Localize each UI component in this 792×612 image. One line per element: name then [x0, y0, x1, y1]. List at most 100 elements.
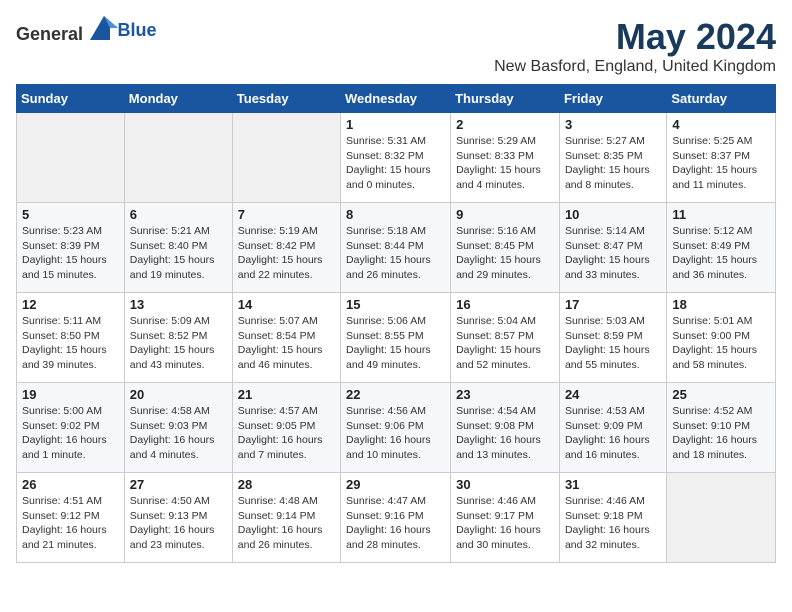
logo: General Blue	[16, 16, 157, 45]
calendar-cell	[124, 113, 232, 203]
weekday-header-monday: Monday	[124, 85, 232, 113]
day-info: Sunrise: 5:09 AMSunset: 8:52 PMDaylight:…	[130, 314, 227, 373]
day-number: 21	[238, 387, 335, 402]
day-info: Sunrise: 5:23 AMSunset: 8:39 PMDaylight:…	[22, 224, 119, 283]
day-info: Sunrise: 5:16 AMSunset: 8:45 PMDaylight:…	[456, 224, 554, 283]
day-number: 1	[346, 117, 445, 132]
day-number: 27	[130, 477, 227, 492]
weekday-header-row: SundayMondayTuesdayWednesdayThursdayFrid…	[17, 85, 776, 113]
calendar-cell: 23 Sunrise: 4:54 AMSunset: 9:08 PMDayligh…	[451, 383, 560, 473]
day-info: Sunrise: 4:56 AMSunset: 9:06 PMDaylight:…	[346, 404, 445, 463]
day-info: Sunrise: 5:27 AMSunset: 8:35 PMDaylight:…	[565, 134, 661, 193]
weekday-header-thursday: Thursday	[451, 85, 560, 113]
calendar-week-row: 12 Sunrise: 5:11 AMSunset: 8:50 PMDayligh…	[17, 293, 776, 383]
day-info: Sunrise: 4:50 AMSunset: 9:13 PMDaylight:…	[130, 494, 227, 553]
calendar-cell: 28Sunrise: 4:48 AMSunset: 9:14 PMDayligh…	[232, 473, 340, 563]
day-number: 6	[130, 207, 227, 222]
calendar-title: May 2024	[494, 16, 776, 58]
day-number: 23	[456, 387, 554, 402]
calendar-week-row: 19 Sunrise: 5:00 AMSunset: 9:02 PMDayligh…	[17, 383, 776, 473]
calendar-cell	[667, 473, 776, 563]
day-info: Sunrise: 5:14 AMSunset: 8:47 PMDaylight:…	[565, 224, 661, 283]
calendar-cell: 4 Sunrise: 5:25 AMSunset: 8:37 PMDaylight…	[667, 113, 776, 203]
logo-text-blue: Blue	[118, 20, 157, 40]
day-number: 13	[130, 297, 227, 312]
calendar-cell	[232, 113, 340, 203]
calendar-cell: 10Sunrise: 5:14 AMSunset: 8:47 PMDayligh…	[559, 203, 666, 293]
calendar-cell: 29Sunrise: 4:47 AMSunset: 9:16 PMDayligh…	[341, 473, 451, 563]
day-number: 25	[672, 387, 770, 402]
day-info: Sunrise: 4:58 AMSunset: 9:03 PMDaylight:…	[130, 404, 227, 463]
weekday-header-saturday: Saturday	[667, 85, 776, 113]
logo-icon	[90, 16, 118, 40]
logo-text-general: General	[16, 24, 83, 44]
calendar-cell: 27 Sunrise: 4:50 AMSunset: 9:13 PMDayligh…	[124, 473, 232, 563]
day-info: Sunrise: 5:11 AMSunset: 8:50 PMDaylight:…	[22, 314, 119, 373]
day-number: 28	[238, 477, 335, 492]
day-number: 14	[238, 297, 335, 312]
day-number: 3	[565, 117, 661, 132]
calendar-cell: 13 Sunrise: 5:09 AMSunset: 8:52 PMDayligh…	[124, 293, 232, 383]
weekday-header-friday: Friday	[559, 85, 666, 113]
day-info: Sunrise: 5:19 AMSunset: 8:42 PMDaylight:…	[238, 224, 335, 283]
day-info: Sunrise: 4:46 AMSunset: 9:17 PMDaylight:…	[456, 494, 554, 553]
calendar-cell: 20Sunrise: 4:58 AMSunset: 9:03 PMDayligh…	[124, 383, 232, 473]
day-number: 31	[565, 477, 661, 492]
calendar-week-row: 5Sunrise: 5:23 AMSunset: 8:39 PMDaylight…	[17, 203, 776, 293]
calendar-cell: 19 Sunrise: 5:00 AMSunset: 9:02 PMDayligh…	[17, 383, 125, 473]
calendar-cell: 22 Sunrise: 4:56 AMSunset: 9:06 PMDayligh…	[341, 383, 451, 473]
day-number: 11	[672, 207, 770, 222]
calendar-cell: 9 Sunrise: 5:16 AMSunset: 8:45 PMDaylight…	[451, 203, 560, 293]
calendar-cell: 2 Sunrise: 5:29 AMSunset: 8:33 PMDaylight…	[451, 113, 560, 203]
day-info: Sunrise: 4:52 AMSunset: 9:10 PMDaylight:…	[672, 404, 770, 463]
calendar-subtitle: New Basford, England, United Kingdom	[494, 58, 776, 76]
calendar-cell: 18 Sunrise: 5:01 AMSunset: 9:00 PMDayligh…	[667, 293, 776, 383]
calendar-cell: 12 Sunrise: 5:11 AMSunset: 8:50 PMDayligh…	[17, 293, 125, 383]
calendar-cell: 21Sunrise: 4:57 AMSunset: 9:05 PMDayligh…	[232, 383, 340, 473]
calendar-cell: 26Sunrise: 4:51 AMSunset: 9:12 PMDayligh…	[17, 473, 125, 563]
day-info: Sunrise: 5:04 AMSunset: 8:57 PMDaylight:…	[456, 314, 554, 373]
calendar-cell: 31 Sunrise: 4:46 AMSunset: 9:18 PMDayligh…	[559, 473, 666, 563]
day-info: Sunrise: 5:18 AMSunset: 8:44 PMDaylight:…	[346, 224, 445, 283]
calendar-cell: 11 Sunrise: 5:12 AMSunset: 8:49 PMDayligh…	[667, 203, 776, 293]
day-number: 9	[456, 207, 554, 222]
day-number: 4	[672, 117, 770, 132]
day-number: 16	[456, 297, 554, 312]
day-info: Sunrise: 4:51 AMSunset: 9:12 PMDaylight:…	[22, 494, 119, 553]
day-number: 7	[238, 207, 335, 222]
calendar-cell: 16 Sunrise: 5:04 AMSunset: 8:57 PMDayligh…	[451, 293, 560, 383]
calendar-cell: 25 Sunrise: 4:52 AMSunset: 9:10 PMDayligh…	[667, 383, 776, 473]
page-header: General Blue May 2024 New Basford, Engla…	[16, 16, 776, 76]
day-number: 12	[22, 297, 119, 312]
calendar-cell: 30Sunrise: 4:46 AMSunset: 9:17 PMDayligh…	[451, 473, 560, 563]
day-info: Sunrise: 4:46 AMSunset: 9:18 PMDaylight:…	[565, 494, 661, 553]
calendar-cell: 14Sunrise: 5:07 AMSunset: 8:54 PMDayligh…	[232, 293, 340, 383]
day-number: 22	[346, 387, 445, 402]
day-number: 15	[346, 297, 445, 312]
day-info: Sunrise: 5:03 AMSunset: 8:59 PMDaylight:…	[565, 314, 661, 373]
day-info: Sunrise: 5:12 AMSunset: 8:49 PMDaylight:…	[672, 224, 770, 283]
day-info: Sunrise: 4:53 AMSunset: 9:09 PMDaylight:…	[565, 404, 661, 463]
day-info: Sunrise: 5:31 AMSunset: 8:32 PMDaylight:…	[346, 134, 445, 193]
day-number: 18	[672, 297, 770, 312]
day-info: Sunrise: 5:00 AMSunset: 9:02 PMDaylight:…	[22, 404, 119, 463]
day-number: 8	[346, 207, 445, 222]
weekday-header-tuesday: Tuesday	[232, 85, 340, 113]
calendar-cell: 24 Sunrise: 4:53 AMSunset: 9:09 PMDayligh…	[559, 383, 666, 473]
calendar-cell: 6 Sunrise: 5:21 AMSunset: 8:40 PMDaylight…	[124, 203, 232, 293]
calendar-cell: 5Sunrise: 5:23 AMSunset: 8:39 PMDaylight…	[17, 203, 125, 293]
day-info: Sunrise: 5:29 AMSunset: 8:33 PMDaylight:…	[456, 134, 554, 193]
day-number: 2	[456, 117, 554, 132]
calendar-table: SundayMondayTuesdayWednesdayThursdayFrid…	[16, 84, 776, 563]
day-info: Sunrise: 5:25 AMSunset: 8:37 PMDaylight:…	[672, 134, 770, 193]
title-section: May 2024 New Basford, England, United Ki…	[494, 16, 776, 76]
day-info: Sunrise: 5:06 AMSunset: 8:55 PMDaylight:…	[346, 314, 445, 373]
calendar-cell: 15 Sunrise: 5:06 AMSunset: 8:55 PMDayligh…	[341, 293, 451, 383]
day-info: Sunrise: 4:54 AMSunset: 9:08 PMDaylight:…	[456, 404, 554, 463]
day-number: 24	[565, 387, 661, 402]
day-number: 17	[565, 297, 661, 312]
day-number: 19	[22, 387, 119, 402]
calendar-week-row: 1 Sunrise: 5:31 AMSunset: 8:32 PMDaylight…	[17, 113, 776, 203]
day-info: Sunrise: 5:21 AMSunset: 8:40 PMDaylight:…	[130, 224, 227, 283]
day-info: Sunrise: 5:01 AMSunset: 9:00 PMDaylight:…	[672, 314, 770, 373]
